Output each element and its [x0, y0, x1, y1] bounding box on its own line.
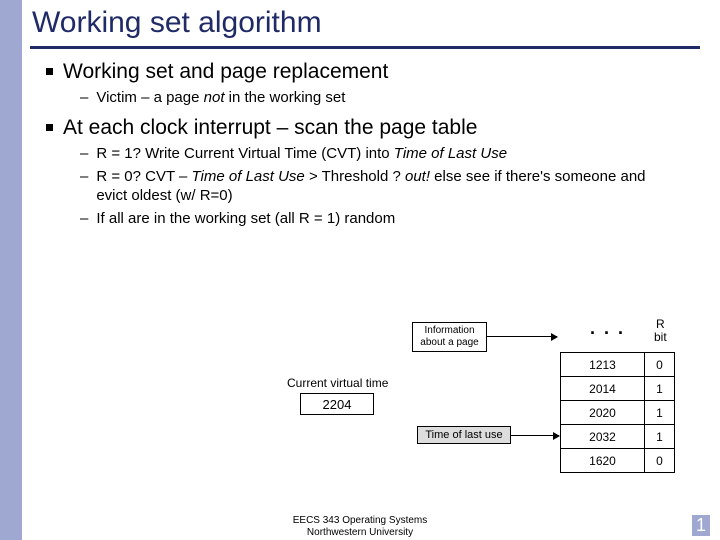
r-bit-label: Rbit	[654, 318, 667, 343]
table-row: 20321	[561, 425, 675, 449]
cvt-value-box: 2204	[300, 393, 374, 415]
bullet-2: At each clock interrupt – scan the page …	[46, 116, 696, 141]
r-cell: 0	[645, 353, 675, 377]
dash-icon: –	[80, 209, 88, 229]
info-line-2: about a page	[413, 337, 486, 349]
arrow-icon	[511, 435, 559, 436]
page-table: 12130 20141 20201 20321 16200	[560, 352, 675, 473]
bullet-1-sub-1: – Victim – a page not in the working set	[80, 88, 696, 108]
bullet-2-sub-2-text: R = 0? CVT – Time of Last Use > Threshol…	[96, 167, 676, 206]
time-cell: 1213	[561, 353, 645, 377]
bullet-1: Working set and page replacement	[46, 60, 696, 85]
bullet-2-text: At each clock interrupt – scan the page …	[63, 116, 477, 141]
dash-icon: –	[80, 88, 88, 108]
slide: Working set algorithm Working set and pa…	[0, 0, 720, 540]
time-cell: 1620	[561, 449, 645, 473]
time-cell: 2032	[561, 425, 645, 449]
time-cell: 2014	[561, 377, 645, 401]
bullet-2-sub-2: – R = 0? CVT – Time of Last Use > Thresh…	[80, 167, 696, 206]
diagram: Information about a page . . . Rbit 1213…	[0, 300, 720, 540]
bullet-2-sub-1: – R = 1? Write Current Virtual Time (CVT…	[80, 144, 696, 164]
slide-title: Working set algorithm	[32, 6, 322, 40]
square-bullet-icon	[46, 68, 53, 75]
dash-icon: –	[80, 167, 88, 187]
ellipsis: . . .	[590, 318, 625, 339]
content-area: Working set and page replacement – Victi…	[46, 60, 696, 231]
square-bullet-icon	[46, 124, 53, 131]
dash-icon: –	[80, 144, 88, 164]
table-row: 20201	[561, 401, 675, 425]
footer: EECS 343 Operating Systems Northwestern …	[0, 515, 720, 538]
table-row: 20141	[561, 377, 675, 401]
r-cell: 1	[645, 377, 675, 401]
time-of-last-use-box: Time of last use	[417, 426, 511, 444]
title-rule	[30, 46, 700, 49]
bullet-1-text: Working set and page replacement	[63, 60, 388, 85]
footer-line-1: EECS 343 Operating Systems	[0, 515, 720, 527]
bullet-2-sub-1-text: R = 1? Write Current Virtual Time (CVT) …	[96, 144, 507, 164]
bullet-1-sub-1-text: Victim – a page not in the working set	[96, 88, 345, 108]
bullet-2-sub-3: – If all are in the working set (all R =…	[80, 209, 696, 229]
cvt-label: Current virtual time	[287, 376, 388, 390]
r-cell: 1	[645, 401, 675, 425]
time-cell: 2020	[561, 401, 645, 425]
footer-line-2: Northwestern University	[0, 527, 720, 539]
arrow-icon	[487, 336, 557, 337]
info-line-1: Information	[413, 325, 486, 337]
info-box: Information about a page	[412, 322, 487, 352]
r-cell: 0	[645, 449, 675, 473]
r-cell: 1	[645, 425, 675, 449]
page-number: 1	[692, 515, 710, 536]
table-row: 12130	[561, 353, 675, 377]
bullet-2-sub-3-text: If all are in the working set (all R = 1…	[96, 209, 395, 229]
table-row: 16200	[561, 449, 675, 473]
